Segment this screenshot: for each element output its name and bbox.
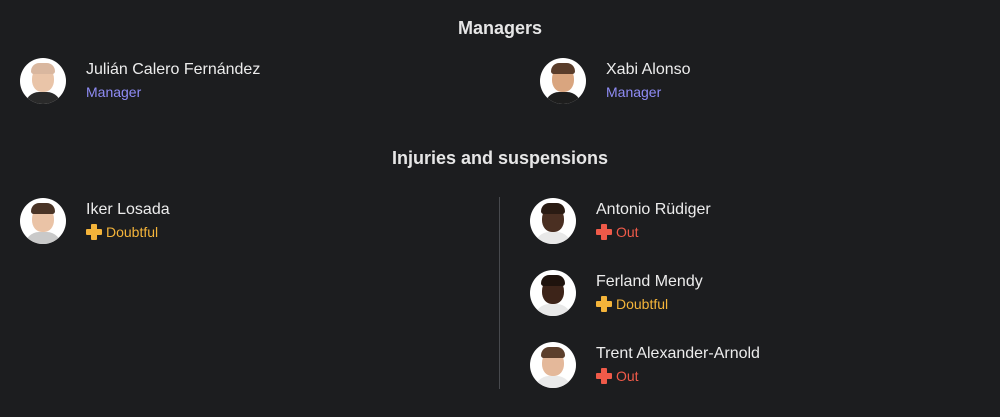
medical-cross-icon — [596, 224, 612, 240]
status-label: Doubtful — [106, 224, 159, 240]
status-badge: Doubtful — [86, 222, 170, 242]
status-label: Out — [616, 224, 639, 240]
player-name: Iker Losada — [86, 201, 170, 218]
manager-left[interactable]: Julián Calero Fernández Manager — [20, 58, 260, 104]
player-name: Ferland Mendy — [596, 273, 703, 290]
manager-right[interactable]: Xabi Alonso Manager — [540, 58, 691, 104]
avatar — [20, 58, 66, 104]
avatar — [530, 198, 576, 244]
injury-item-left[interactable]: Iker Losada Doubtful — [20, 198, 170, 244]
manager-role: Manager — [606, 84, 662, 100]
medical-cross-icon — [596, 296, 612, 312]
avatar — [540, 58, 586, 104]
injury-item-right[interactable]: Trent Alexander-Arnold Out — [530, 342, 760, 388]
status-badge: Out — [596, 366, 760, 386]
avatar — [20, 198, 66, 244]
column-divider — [499, 197, 500, 389]
managers-title: Managers — [457, 18, 543, 38]
status-label: Out — [616, 368, 639, 384]
player-name: Trent Alexander-Arnold — [596, 345, 760, 362]
medical-cross-icon — [86, 224, 102, 240]
status-badge: Doubtful — [596, 294, 703, 314]
avatar — [530, 342, 576, 388]
avatar — [530, 270, 576, 316]
lineups-panel: Managers Julián Calero Fernández Manager… — [0, 0, 1000, 417]
manager-name: Julián Calero Fernández — [86, 61, 261, 78]
status-label: Doubtful — [616, 296, 669, 312]
player-name: Antonio Rüdiger — [596, 201, 711, 218]
manager-role: Manager — [86, 84, 142, 100]
medical-cross-icon — [596, 368, 612, 384]
injury-item-right[interactable]: Antonio Rüdiger Out — [530, 198, 711, 244]
injuries-title: Injuries and suspensions — [391, 148, 609, 168]
status-badge: Out — [596, 222, 711, 242]
injury-item-right[interactable]: Ferland Mendy Doubtful — [530, 270, 703, 316]
manager-name: Xabi Alonso — [606, 61, 691, 78]
